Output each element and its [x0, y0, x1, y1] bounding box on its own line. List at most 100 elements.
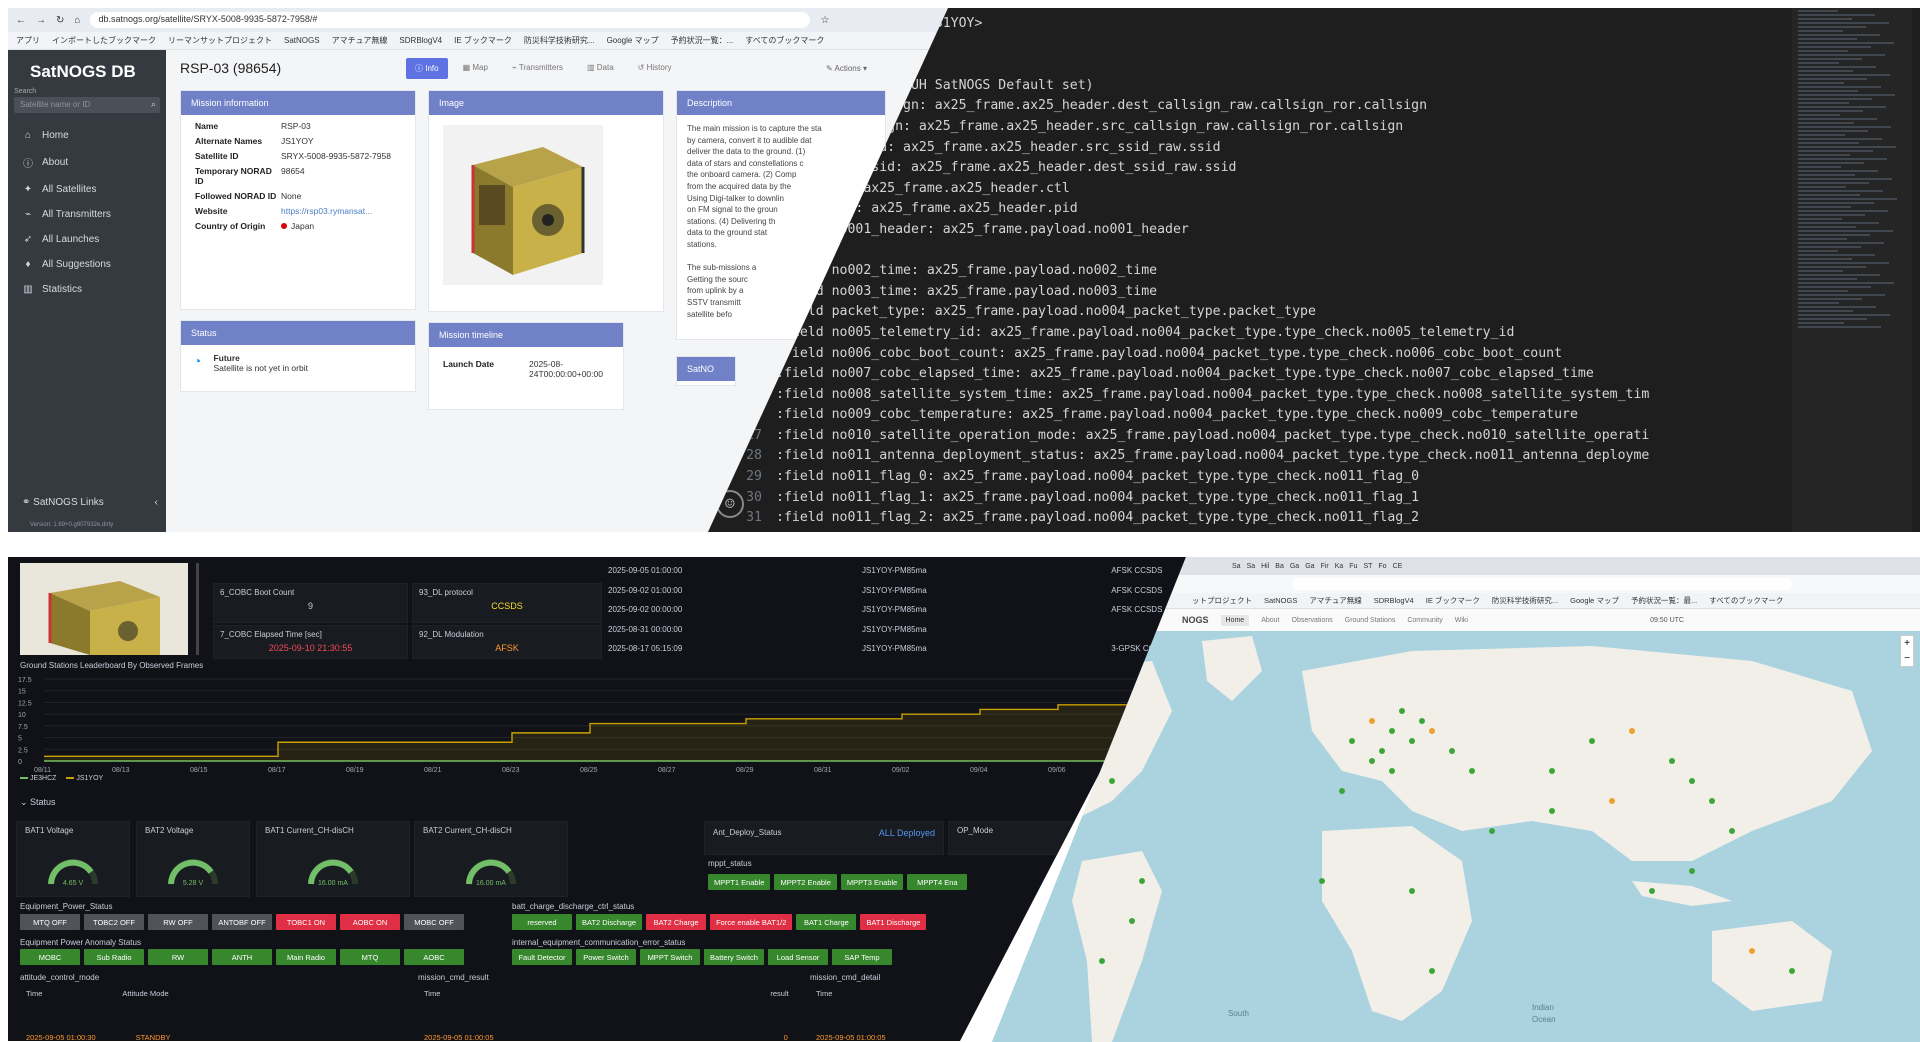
station-marker[interactable] — [1689, 778, 1695, 784]
bookmark-item[interactable]: すべてのブックマーク — [745, 35, 824, 46]
code-line[interactable]: 24:field no007_cobc_elapsed_time: ax25_f… — [728, 364, 1770, 385]
station-marker[interactable] — [1129, 918, 1135, 924]
browser-tab[interactable]: Fu — [1349, 563, 1357, 570]
status-button[interactable]: Main Radio — [276, 949, 336, 965]
code-line[interactable]: :field no002_time: ax25_frame.payload.no… — [728, 261, 1770, 282]
sidebar-item-all-launches[interactable]: ➶ All Launches — [8, 227, 166, 252]
star-icon[interactable]: ☆ — [820, 15, 829, 26]
status-button[interactable]: MPPT Switch — [640, 949, 700, 965]
bookmark-item[interactable]: リーマンサットプロジェクト — [168, 35, 272, 46]
browser-tab[interactable]: Fo — [1378, 563, 1386, 570]
station-marker[interactable] — [1449, 748, 1455, 754]
zoom-controls[interactable]: + − — [1900, 635, 1914, 667]
cmd-result-col-result[interactable]: result — [770, 989, 788, 998]
sidebar-item-statistics[interactable]: ▥ Statistics — [8, 277, 166, 302]
legend-js1yoy[interactable]: JS1YOY — [66, 775, 103, 782]
table-row[interactable]: 2025-09-02 00:00:00 JS1YOY-PM85ma AFSK CCS… — [608, 600, 1188, 620]
station-marker[interactable] — [1709, 798, 1715, 804]
network-brand[interactable]: NOGS — [1182, 615, 1209, 625]
station-marker[interactable] — [1349, 738, 1355, 744]
station-marker[interactable] — [1139, 878, 1145, 884]
code-line[interactable]: :field no001_header: ax25_frame.payload.… — [728, 220, 1770, 241]
browser-tab[interactable]: Ga — [1305, 563, 1314, 570]
status-button[interactable]: MOBC — [20, 949, 80, 965]
tab-history[interactable]: ↺ History — [629, 58, 681, 79]
station-marker[interactable] — [1409, 738, 1415, 744]
bookmark-item[interactable]: すべてのブックマーク — [1709, 595, 1783, 606]
collapse-icon[interactable]: ‹ — [155, 497, 158, 508]
station-marker[interactable] — [1469, 768, 1475, 774]
actions-button[interactable]: ✎ Actions ▾ — [826, 64, 867, 73]
status-button[interactable]: BAT2 Charge — [646, 914, 707, 930]
status-button[interactable]: TOBC2 OFF — [84, 914, 144, 930]
bookmark-item[interactable]: 防災科学技術研究... — [1492, 595, 1558, 606]
browser-tab[interactable]: Sa — [1232, 563, 1241, 570]
nav-home[interactable]: Home — [1220, 614, 1250, 626]
station-marker[interactable] — [1099, 958, 1105, 964]
station-marker[interactable] — [1549, 808, 1555, 814]
nav-observations[interactable]: Observations — [1292, 617, 1333, 624]
code-line[interactable]: 27:field no010_satellite_operation_mode:… — [728, 426, 1770, 447]
code-line[interactable]: :field packet_type: ax25_frame.payload.n… — [728, 302, 1770, 323]
browser-tab[interactable]: Ka — [1335, 563, 1344, 570]
browser-tab[interactable]: ST — [1363, 563, 1372, 570]
attitude-col-mode[interactable]: Attitude Mode — [122, 989, 168, 998]
bookmark-item[interactable]: ットプロジェクト — [1192, 595, 1252, 606]
bookmark-item[interactable]: SDRBlogV4 — [399, 36, 442, 45]
browser-tab[interactable]: Hil — [1261, 563, 1269, 570]
bookmark-item[interactable]: 予約状況一覧：... — [671, 35, 734, 46]
station-marker[interactable] — [1649, 888, 1655, 894]
station-marker[interactable] — [1629, 728, 1635, 734]
code-line[interactable]: 25:field no008_satellite_system_time: ax… — [728, 385, 1770, 406]
code-line[interactable]: 23:field no006_cobc_boot_count: ax25_fra… — [728, 344, 1770, 365]
sidebar-item-all-satellites[interactable]: ✦ All Satellites — [8, 177, 166, 202]
station-marker[interactable] — [1489, 828, 1495, 834]
status-button[interactable]: AOBC ON — [340, 914, 400, 930]
bookmark-item[interactable]: IE ブックマーク — [454, 35, 512, 46]
status-button[interactable]: MTQ OFF — [20, 914, 80, 930]
bookmark-item[interactable]: 防災科学技術研究... — [524, 35, 595, 46]
browser-tab[interactable]: Sa — [1247, 563, 1256, 570]
station-marker[interactable] — [1379, 748, 1385, 754]
bookmark-item[interactable]: SDRBlogV4 — [1374, 596, 1414, 605]
search-input[interactable]: Satellite name or ID ⌕ — [14, 97, 160, 113]
status-section[interactable]: ⌄ Status — [20, 797, 56, 808]
back-icon[interactable]: ← — [16, 15, 26, 26]
station-marker[interactable] — [1669, 758, 1675, 764]
sidebar-item-all-suggestions[interactable]: ♦ All Suggestions — [8, 252, 166, 277]
status-button[interactable]: ANTH — [212, 949, 272, 965]
status-button[interactable]: MPPT4 Ena — [907, 874, 968, 890]
sidebar-item-all-transmitters[interactable]: ⌁ All Transmitters — [8, 202, 166, 227]
bookmark-item[interactable]: SatNOGS — [1264, 596, 1297, 605]
station-marker[interactable] — [1429, 728, 1435, 734]
status-button[interactable]: MPPT3 Enable — [840, 874, 904, 890]
station-marker[interactable] — [1389, 768, 1395, 774]
code-line[interactable]: :field no003_time: ax25_frame.payload.no… — [728, 282, 1770, 303]
status-button[interactable]: reserved — [512, 914, 572, 930]
tab-transmitters[interactable]: ⌁ Transmitters — [503, 58, 572, 79]
status-button[interactable]: SAP Temp — [832, 949, 892, 965]
bookmark-item[interactable]: 予約状況一覧：最... — [1631, 595, 1697, 606]
bookmark-item[interactable]: インポートしたブックマーク — [52, 35, 156, 46]
station-marker[interactable] — [1429, 968, 1435, 974]
code-line[interactable]: field ctl: ax25_frame.ax25_header.ctl — [728, 179, 1770, 200]
status-button[interactable]: MPPT2 Enable — [774, 874, 837, 890]
browser-tab[interactable]: Ga — [1290, 563, 1299, 570]
legend-je3hcz[interactable]: JE3HCZ — [20, 775, 56, 782]
status-button[interactable]: MOBC OFF — [404, 914, 464, 930]
website-link[interactable]: https://rsp03.rymansat... — [281, 206, 401, 216]
bookmark-item[interactable]: アプリ — [16, 35, 40, 46]
station-marker[interactable] — [1409, 888, 1415, 894]
bookmark-item[interactable]: Google マップ — [1570, 595, 1619, 606]
station-marker[interactable] — [1729, 828, 1735, 834]
status-button[interactable]: ANTOBF OFF — [212, 914, 272, 930]
status-button[interactable]: Fault Detector — [512, 949, 572, 965]
status-button[interactable]: BAT1 Discharge — [860, 914, 927, 930]
station-marker[interactable] — [1369, 758, 1375, 764]
status-button[interactable]: Battery Switch — [704, 949, 764, 965]
bookmark-item[interactable]: IE ブックマーク — [1426, 595, 1480, 606]
status-button[interactable]: MPPT1 Enable — [708, 874, 771, 890]
status-button[interactable]: RW — [148, 949, 208, 965]
station-marker[interactable] — [1399, 708, 1405, 714]
station-marker[interactable] — [1749, 948, 1755, 954]
